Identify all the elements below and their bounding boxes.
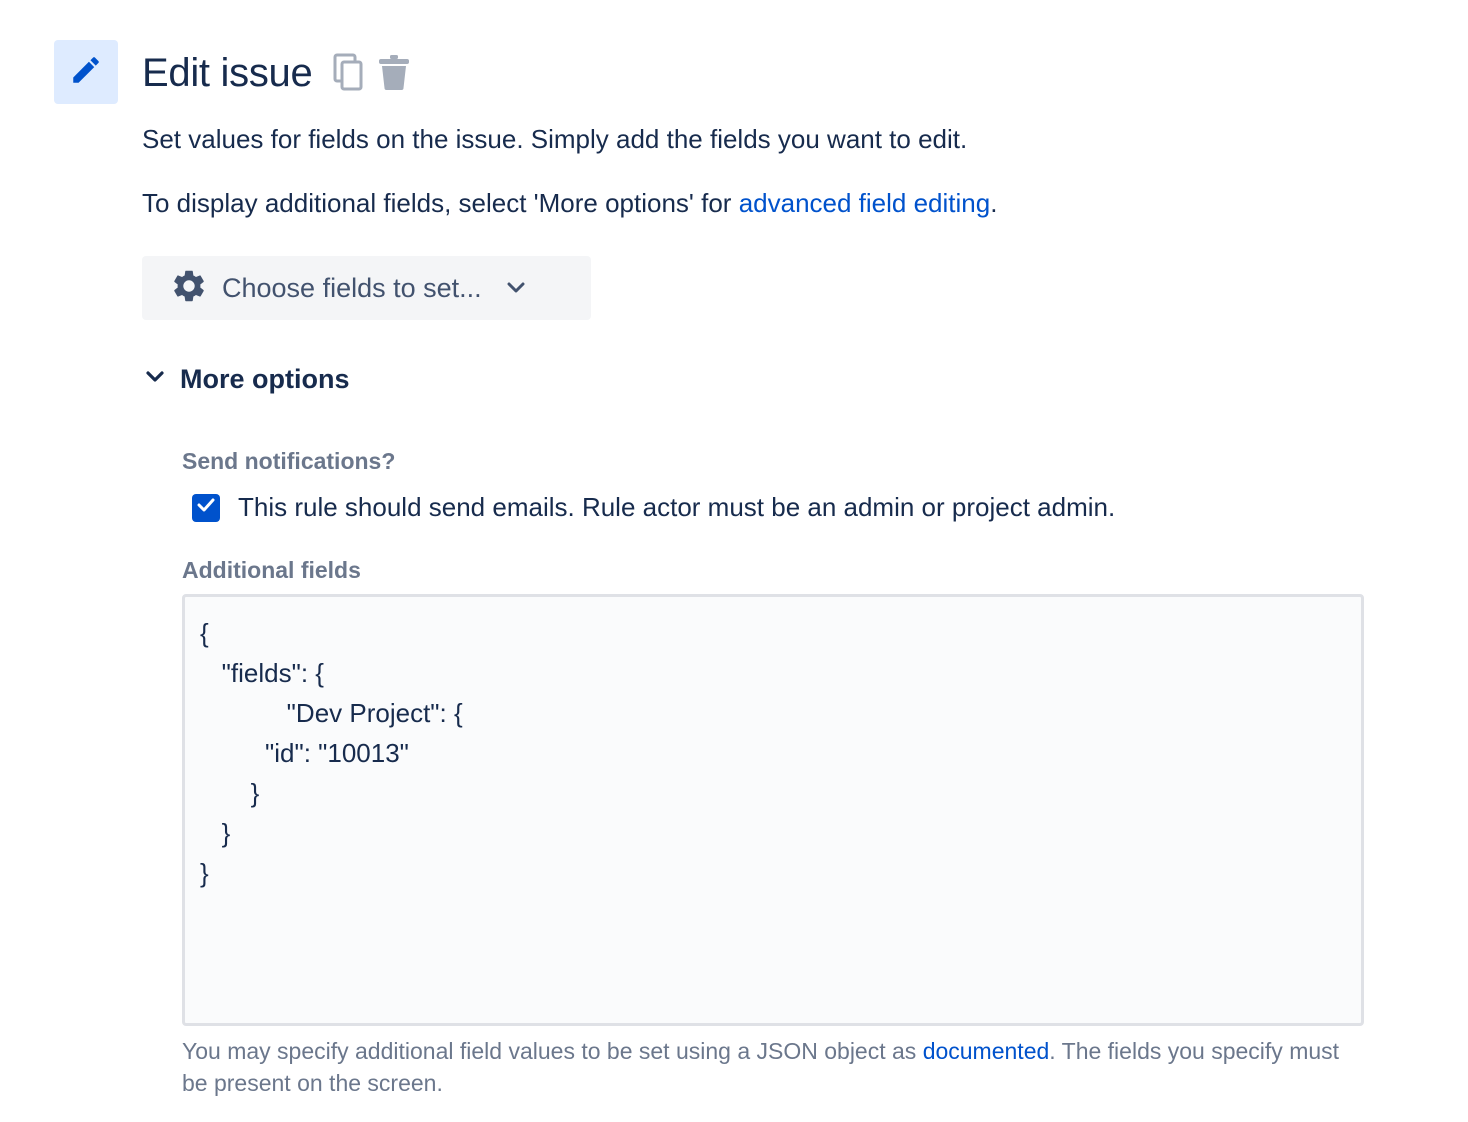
advanced-field-editing-link[interactable]: advanced field editing [739,188,991,218]
edit-issue-icon-tile [54,40,118,104]
choose-fields-button[interactable]: Choose fields to set... [142,256,591,320]
page-title: Edit issue [142,51,313,95]
checkmark-icon [197,498,215,517]
choose-fields-label: Choose fields to set... [222,272,482,303]
copy-icon[interactable] [330,52,366,92]
chevron-down-icon [506,281,526,295]
helper-text: You may specify additional field values … [182,1038,923,1064]
description-line-1: Set values for fields on the issue. Simp… [142,124,968,154]
send-notifications-label: Send notifications? [182,448,396,474]
documented-link[interactable]: documented [923,1038,1050,1064]
send-emails-checkbox[interactable] [192,493,220,522]
gear-icon [170,267,208,310]
additional-fields-json-input[interactable]: { "fields": { "Dev Project": { "id": "10… [182,594,1364,1026]
title-actions [330,52,412,92]
trash-icon[interactable] [376,52,412,92]
description-suffix: . [990,188,998,218]
chevron-down-icon [144,369,166,390]
more-options-label: More options [180,364,350,394]
send-emails-label[interactable]: This rule should send emails. Rule actor… [238,492,1115,523]
pencil-icon [69,53,103,92]
additional-fields-label: Additional fields [182,557,361,583]
send-emails-row: This rule should send emails. Rule actor… [192,492,1115,523]
description-text: To display additional fields, select 'Mo… [142,188,739,218]
additional-fields-helper: You may specify additional field values … [182,1035,1342,1099]
description-line-2: To display additional fields, select 'Mo… [142,186,997,220]
more-options-toggle[interactable]: More options [144,364,350,395]
